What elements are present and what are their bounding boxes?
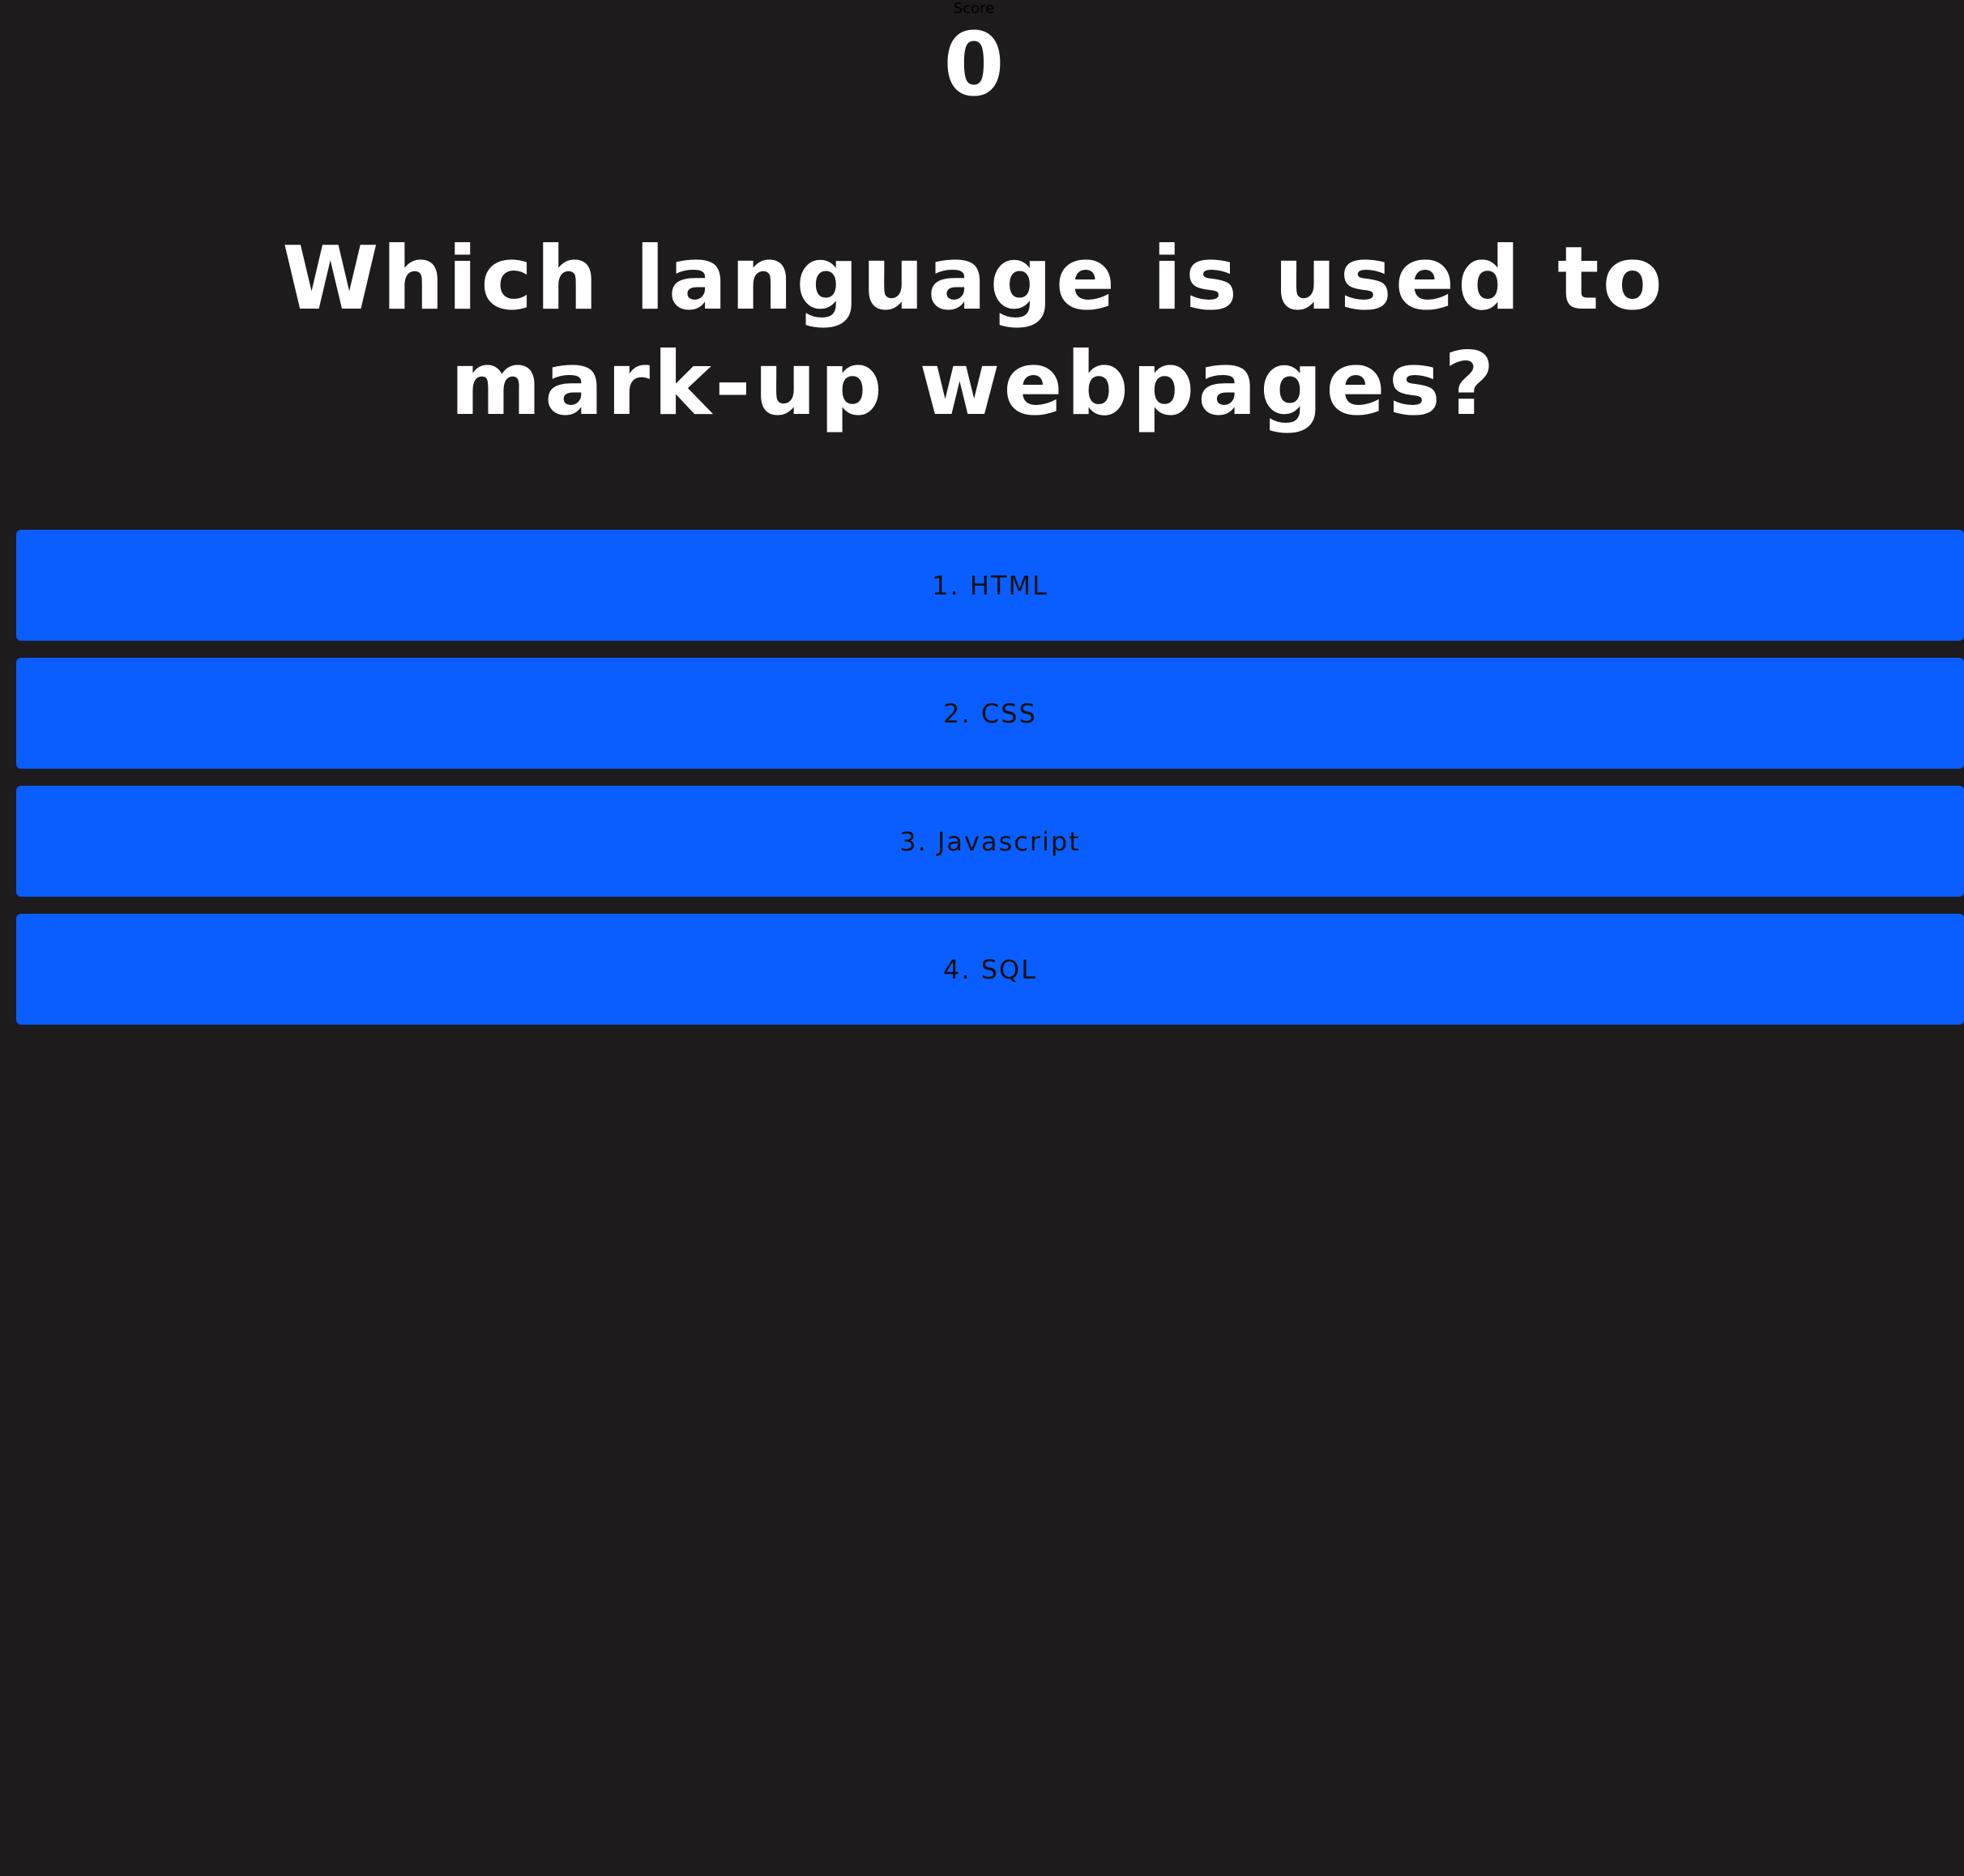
quiz-page: Score 0 Which language is used to mark-u… bbox=[0, 0, 1964, 1876]
answer-button-2[interactable]: 2. CSS bbox=[16, 658, 1964, 769]
score-value: 0 bbox=[943, 15, 1005, 116]
answer-button-1[interactable]: 1. HTML bbox=[16, 530, 1964, 641]
answer-button-4[interactable]: 4. SQL bbox=[16, 914, 1964, 1025]
score-display: Score 0 bbox=[0, 0, 1948, 118]
answer-list: 1. HTML 2. CSS 3. Javascript 4. SQL bbox=[16, 530, 1964, 1042]
question-text: Which language is used to mark-up webpag… bbox=[282, 228, 1666, 435]
answer-button-3[interactable]: 3. Javascript bbox=[16, 786, 1964, 897]
